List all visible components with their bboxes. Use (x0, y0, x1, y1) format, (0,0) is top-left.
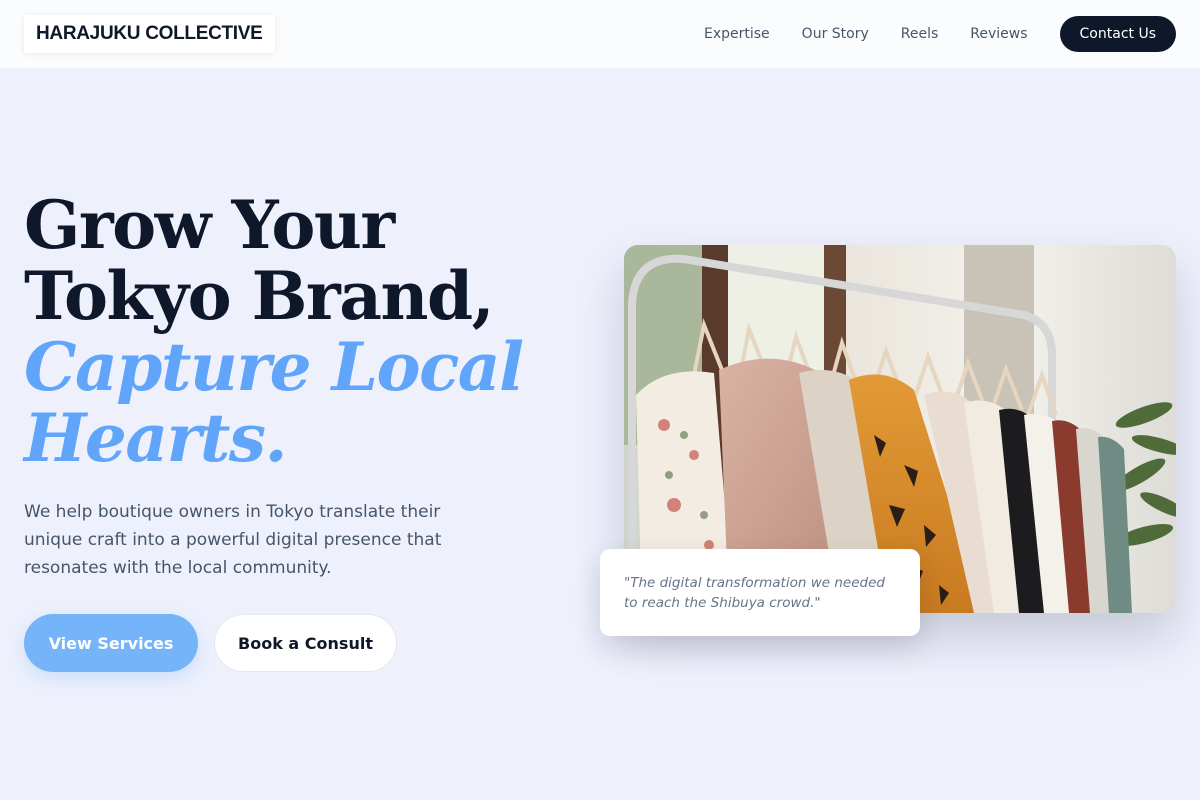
headline-line-2: Tokyo Brand, (24, 257, 495, 335)
main-nav: Expertise Our Story Reels Reviews Contac… (704, 16, 1176, 52)
nav-link-reels[interactable]: Reels (901, 26, 939, 42)
site-header: HARAJUKU COLLECTIVE Expertise Our Story … (0, 0, 1200, 68)
nav-link-our-story[interactable]: Our Story (802, 26, 869, 42)
headline-accent-line-1: Capture Local (24, 328, 524, 406)
hero-subtitle: We help boutique owners in Tokyo transla… (24, 502, 442, 578)
headline-accent-line-2: Hearts. (24, 399, 288, 477)
view-services-button[interactable]: View Services (24, 614, 198, 672)
nav-link-reviews[interactable]: Reviews (970, 26, 1027, 42)
brand-logo[interactable]: HARAJUKU COLLECTIVE (24, 15, 275, 53)
testimonial-card: "The digital transformation we needed to… (600, 549, 920, 636)
headline-line-1: Grow Your (24, 186, 395, 264)
hero-headline: Grow Your Tokyo Brand, Capture Local Hea… (24, 190, 544, 474)
testimonial-quote: "The digital transformation we needed to… (624, 575, 885, 611)
nav-link-expertise[interactable]: Expertise (704, 26, 770, 42)
book-consult-button[interactable]: Book a Consult (214, 614, 397, 672)
contact-us-button[interactable]: Contact Us (1059, 16, 1176, 52)
